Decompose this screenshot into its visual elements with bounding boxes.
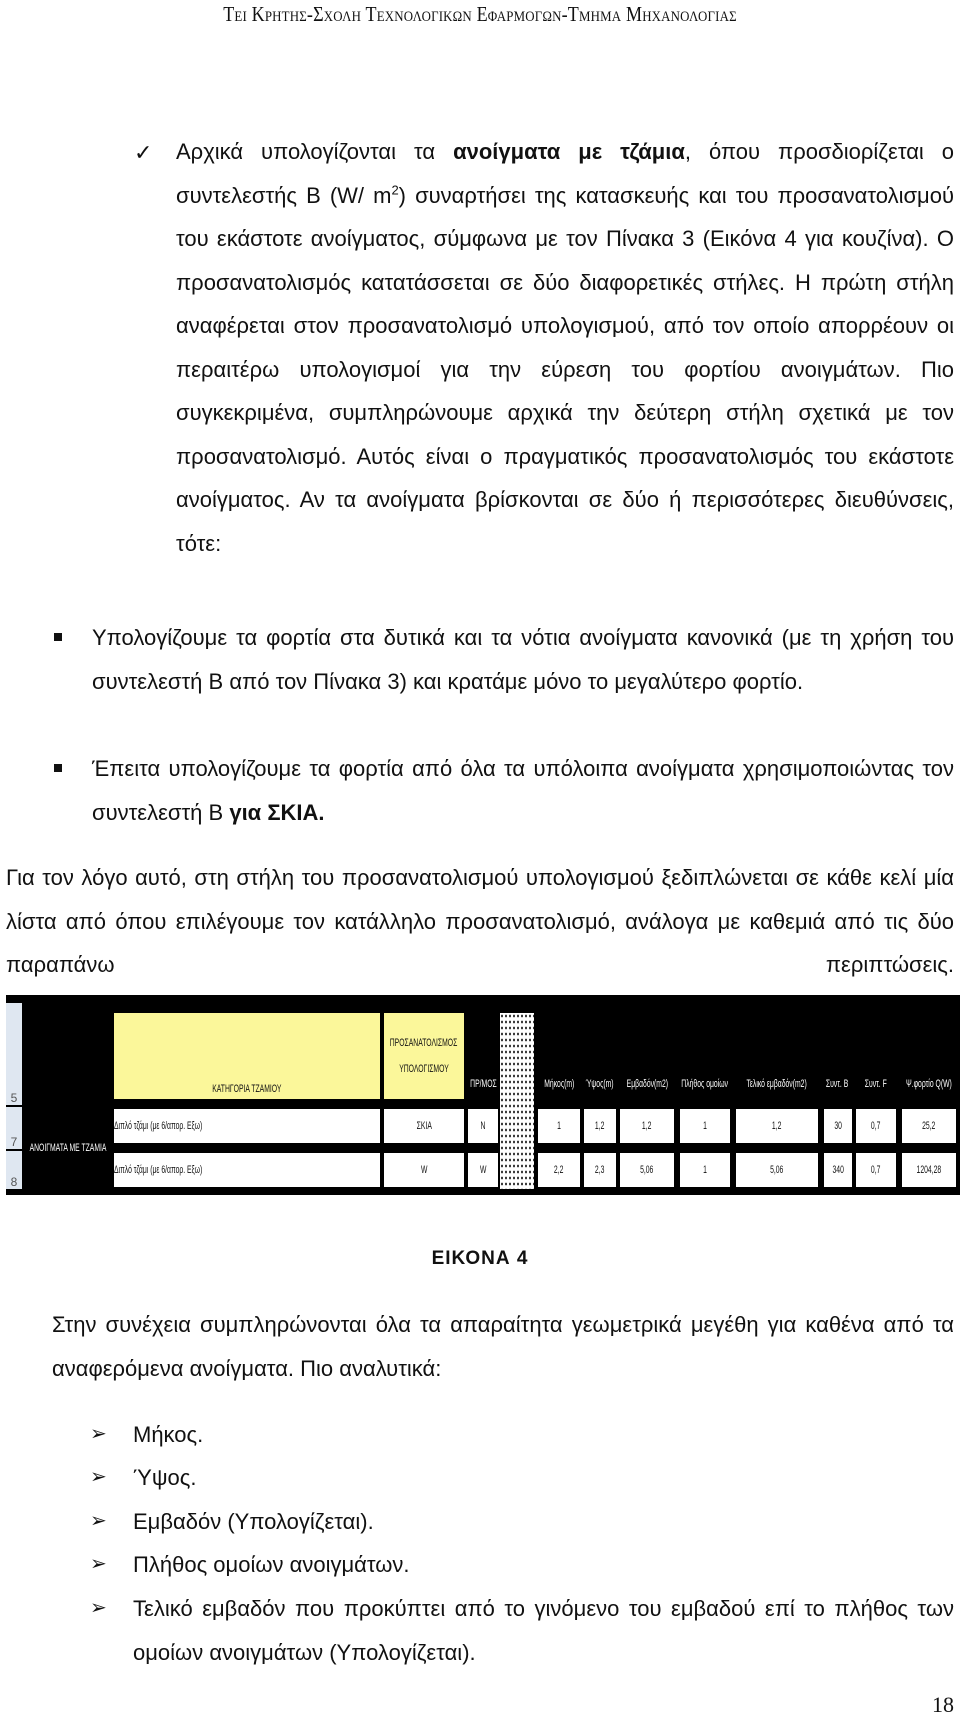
- cell-coef-b[interactable]: 30: [824, 1109, 852, 1143]
- paragraph-text: Στην συνέχεια συμπληρώνονται όλα τα απαρ…: [52, 1312, 954, 1381]
- paragraph: Στην συνέχεια συμπληρώνονται όλα τα απαρ…: [52, 1303, 954, 1390]
- cell-length[interactable]: 1: [538, 1109, 580, 1143]
- check-icon: ✓: [134, 140, 153, 165]
- cell-load[interactable]: 25,2: [902, 1109, 956, 1143]
- header-count: Πλήθος ομοίων: [681, 1078, 729, 1090]
- cell-final-area[interactable]: 1,2: [736, 1109, 818, 1143]
- header-orientation: ΠΡ/ΜΟΣ: [469, 1078, 497, 1090]
- cell-count[interactable]: 1: [680, 1109, 730, 1143]
- header-length: Μήκος(m): [543, 1078, 575, 1090]
- row-number: 7: [6, 1107, 22, 1149]
- cell-final-area[interactable]: 5,06: [736, 1153, 818, 1187]
- row-number: 5: [6, 1003, 22, 1105]
- square-bullet-icon: [54, 764, 62, 772]
- arrow-item: Ύψος.: [133, 1456, 954, 1500]
- header-category: ΚΑΤΗΓΟΡΙΑ ΤΖΑΜΙΟΥ: [114, 1013, 380, 1099]
- paragraph: Για τον λόγο αυτό, στη στήλη του προσανα…: [6, 856, 954, 987]
- square-item-text: Υπολογίζουμε τα φορτία στα δυτικά και τα…: [92, 625, 954, 694]
- arrow-item: Πλήθος ομοίων ανοιγμάτων.: [133, 1543, 954, 1587]
- figure-caption: ΕΙΚΟΝΑ 4: [431, 1248, 529, 1269]
- square-item-bold: για ΣΚΙΑ.: [229, 799, 325, 825]
- square-item-text: Έπειτα υπολογίζουμε τα φορτία από όλα τα…: [92, 756, 954, 825]
- arrow-bullet-icon: ➢: [90, 1510, 107, 1532]
- square-item-1: Υπολογίζουμε τα φορτία στα δυτικά και τα…: [92, 616, 954, 703]
- group-label: ΑΝΟΙΓΜΑΤΑ ΜΕ ΤΖΑΜΙΑ: [29, 1142, 107, 1154]
- spreadsheet-figure: 5 7 8 ΑΝΟΙΓΜΑΤΑ ΜΕ ΤΖΑΜΙΑ ΚΑΤΗΓΟΡΙΑ ΤΖΑΜ…: [6, 995, 960, 1195]
- superscript: 2: [391, 182, 399, 198]
- arrow-item-text: Ύψος.: [133, 1465, 197, 1490]
- arrow-item-text: Εμβαδόν (Υπολογίζεται).: [133, 1509, 374, 1534]
- arrow-item-text: Πλήθος ομοίων ανοιγμάτων.: [133, 1552, 410, 1577]
- cell-load[interactable]: 1204,28: [902, 1153, 956, 1187]
- header-coef-f: Συντ. F: [864, 1078, 888, 1090]
- text-rest: ) συναρτήσει της κατασκευής και του προσ…: [176, 182, 955, 556]
- cell-calc-orientation[interactable]: ΣΚΙΑ: [384, 1109, 464, 1143]
- arrow-item: Εμβαδόν (Υπολογίζεται).: [133, 1500, 954, 1544]
- row-number: 8: [6, 1151, 22, 1189]
- page-header: Τει Κρητης-Σχολη Τεχνολογικων Εφαρμογων-…: [223, 2, 737, 26]
- cell-coef-f[interactable]: 0,7: [856, 1153, 896, 1187]
- text-bold: ανοίγματα με τζάμια: [453, 139, 685, 164]
- cell-count[interactable]: 1: [680, 1153, 730, 1187]
- paragraph-text: Για τον λόγο αυτό, στη στήλη του προσανα…: [6, 865, 954, 977]
- cell-area[interactable]: 5,06: [620, 1153, 674, 1187]
- hidden-column-pattern: [500, 1013, 534, 1189]
- arrow-item: Μήκος.: [133, 1413, 954, 1457]
- check-item-text: Αρχικά υπολογίζονται τα ανοίγματα με τζά…: [176, 130, 954, 565]
- header-coef-b: Συντ. Β: [825, 1078, 849, 1090]
- cell-coef-f[interactable]: 0,7: [856, 1109, 896, 1143]
- cell-category[interactable]: Διπλό τζάμι (με 6/απορ. Εξω): [114, 1109, 380, 1143]
- cell-category[interactable]: Διπλό τζάμι (με 6/απορ. Εξω): [114, 1153, 380, 1187]
- cell-length[interactable]: 2,2: [538, 1153, 580, 1187]
- header-calc-orientation: ΠΡΟΣΑΝΑΤΟΛΙΣΜΟΣ ΥΠΟΛΟΓΙΣΜΟΥ: [384, 1013, 464, 1099]
- arrow-bullet-icon: ➢: [90, 1466, 107, 1488]
- cell-coef-b[interactable]: 340: [824, 1153, 852, 1187]
- arrow-item-text: Τελικό εμβαδόν που προκύπτει από το γινό…: [133, 1596, 954, 1665]
- header-height: Ύψος(m): [586, 1078, 615, 1090]
- header-load: Ψ.φορτίο Q(W): [906, 1078, 952, 1090]
- arrow-bullet-icon: ➢: [90, 1597, 107, 1619]
- header-final-area: Τελικό εμβαδόν(m2): [746, 1078, 808, 1090]
- cell-calc-orientation[interactable]: W: [384, 1153, 464, 1187]
- header-area: Εμβαδόν(m2): [626, 1078, 668, 1090]
- cell-orientation[interactable]: N: [468, 1109, 498, 1143]
- cell-height[interactable]: 2,3: [584, 1153, 616, 1187]
- square-item-2: Έπειτα υπολογίζουμε τα φορτία από όλα τα…: [92, 747, 954, 834]
- text-lead: Αρχικά υπολογίζονται τα: [176, 139, 454, 164]
- arrow-item-text: Μήκος.: [133, 1422, 204, 1447]
- cell-height[interactable]: 1,2: [584, 1109, 616, 1143]
- arrow-bullet-icon: ➢: [90, 1553, 107, 1575]
- cell-area[interactable]: 1,2: [620, 1109, 674, 1143]
- page-number: 18: [932, 1692, 954, 1717]
- cell-orientation[interactable]: W: [468, 1153, 498, 1187]
- arrow-item: Τελικό εμβαδόν που προκύπτει από το γινό…: [133, 1587, 954, 1674]
- square-bullet-icon: [54, 633, 62, 641]
- arrow-bullet-icon: ➢: [90, 1423, 107, 1445]
